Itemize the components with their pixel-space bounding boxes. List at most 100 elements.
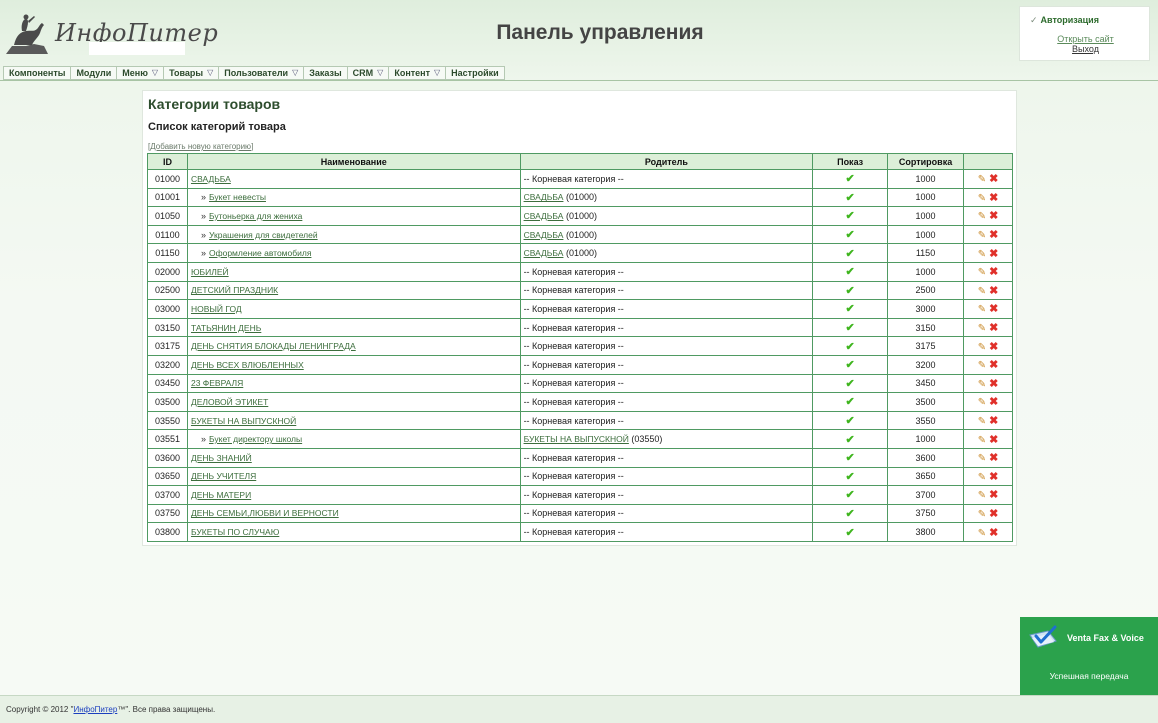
pencil-icon[interactable]: ✎ — [978, 193, 986, 204]
chevron-down-icon[interactable]: ▽ — [292, 67, 298, 79]
check-icon[interactable]: ✔ — [846, 452, 855, 464]
category-name-link[interactable]: Букет невесты — [209, 192, 266, 202]
check-icon[interactable]: ✔ — [846, 303, 855, 315]
category-name-link[interactable]: ДЕНЬ МАТЕРИ — [191, 490, 251, 500]
delete-icon[interactable]: ✖ — [989, 527, 998, 539]
logout-link[interactable]: Выход — [1020, 44, 1151, 54]
delete-icon[interactable]: ✖ — [989, 452, 998, 464]
menu-item[interactable]: Компоненты — [3, 66, 71, 80]
category-name-link[interactable]: ДЕНЬ ВСЕХ ВЛЮБЛЕННЫХ — [191, 360, 304, 370]
parent-link[interactable]: СВАДЬБА — [524, 230, 564, 240]
check-icon[interactable]: ✔ — [846, 341, 855, 353]
delete-icon[interactable]: ✖ — [989, 229, 998, 241]
col-header-sort[interactable]: Сортировка — [887, 153, 964, 170]
check-icon[interactable]: ✔ — [846, 192, 855, 204]
pencil-icon[interactable]: ✎ — [978, 472, 986, 483]
menu-item[interactable]: Настройки — [445, 66, 505, 80]
category-name-link[interactable]: ЮБИЛЕЙ — [191, 267, 229, 277]
chevron-down-icon[interactable]: ▽ — [434, 67, 440, 79]
menu-item[interactable]: Пользователи ▽ — [218, 66, 304, 80]
col-header-id[interactable]: ID — [147, 153, 188, 170]
menu-item[interactable]: Модули — [70, 66, 117, 80]
category-name-link[interactable]: ДЕНЬ СЕМЬИ,ЛЮБВИ И ВЕРНОСТИ — [191, 508, 339, 518]
category-name-link[interactable]: НОВЫЙ ГОД — [191, 304, 242, 314]
category-name-link[interactable]: Оформление автомобиля — [209, 248, 311, 258]
category-name-link[interactable]: Украшения для свидетелей — [209, 230, 318, 240]
delete-icon[interactable]: ✖ — [989, 378, 998, 390]
col-header-show[interactable]: Показ — [812, 153, 889, 170]
pencil-icon[interactable]: ✎ — [978, 286, 986, 297]
pencil-icon[interactable]: ✎ — [978, 453, 986, 464]
pencil-icon[interactable]: ✎ — [978, 211, 986, 222]
delete-icon[interactable]: ✖ — [989, 303, 998, 315]
check-icon[interactable]: ✔ — [846, 229, 855, 241]
pencil-icon[interactable]: ✎ — [978, 528, 986, 539]
category-name-link[interactable]: ДЕНЬ ЗНАНИЙ — [191, 453, 252, 463]
category-name-link[interactable]: ДЕНЬ СНЯТИЯ БЛОКАДЫ ЛЕНИНГРАДА — [191, 341, 356, 351]
check-icon[interactable]: ✔ — [846, 210, 855, 222]
category-name-link[interactable]: Бутоньерка для жениха — [209, 211, 302, 221]
venta-notification[interactable]: Venta Fax & Voice Успешная передача — [1020, 617, 1158, 695]
category-name-link[interactable]: БУКЕТЫ ПО СЛУЧАЮ — [191, 527, 279, 537]
delete-icon[interactable]: ✖ — [989, 210, 998, 222]
pencil-icon[interactable]: ✎ — [978, 230, 986, 241]
menu-item[interactable]: Заказы — [303, 66, 347, 80]
delete-icon[interactable]: ✖ — [989, 359, 998, 371]
parent-link[interactable]: СВАДЬБА — [524, 248, 564, 258]
check-icon[interactable]: ✔ — [846, 359, 855, 371]
delete-icon[interactable]: ✖ — [989, 415, 998, 427]
category-name-link[interactable]: ДЕНЬ УЧИТЕЛЯ — [191, 471, 256, 481]
check-icon[interactable]: ✔ — [846, 415, 855, 427]
pencil-icon[interactable]: ✎ — [978, 304, 986, 315]
parent-link[interactable]: СВАДЬБА — [524, 192, 564, 202]
check-icon[interactable]: ✔ — [846, 434, 855, 446]
delete-icon[interactable]: ✖ — [989, 322, 998, 334]
menu-item[interactable]: Контент ▽ — [388, 66, 446, 80]
col-header-name[interactable]: Наименование — [186, 153, 521, 170]
pencil-icon[interactable]: ✎ — [978, 174, 986, 185]
pencil-icon[interactable]: ✎ — [978, 249, 986, 260]
menu-item[interactable]: Меню ▽ — [116, 66, 164, 80]
add-category-link[interactable]: Добавить новую категорию — [150, 142, 251, 151]
pencil-icon[interactable]: ✎ — [978, 509, 986, 520]
pencil-icon[interactable]: ✎ — [978, 490, 986, 501]
copyright-link[interactable]: ИнфоПитер — [73, 705, 117, 714]
delete-icon[interactable]: ✖ — [989, 471, 998, 483]
delete-icon[interactable]: ✖ — [989, 285, 998, 297]
category-name-link[interactable]: ДЕЛОВОЙ ЭТИКЕТ — [191, 397, 268, 407]
chevron-down-icon[interactable]: ▽ — [377, 67, 383, 79]
check-icon[interactable]: ✔ — [846, 378, 855, 390]
check-icon[interactable]: ✔ — [846, 285, 855, 297]
category-name-link[interactable]: Букет директору школы — [209, 434, 302, 444]
category-name-link[interactable]: СВАДЬБА — [191, 174, 231, 184]
pencil-icon[interactable]: ✎ — [978, 267, 986, 278]
pencil-icon[interactable]: ✎ — [978, 416, 986, 427]
delete-icon[interactable]: ✖ — [989, 266, 998, 278]
check-icon[interactable]: ✔ — [846, 527, 855, 539]
menu-item[interactable]: CRM ▽ — [346, 66, 389, 80]
pencil-icon[interactable]: ✎ — [978, 360, 986, 371]
chevron-down-icon[interactable]: ▽ — [152, 67, 158, 79]
parent-link[interactable]: СВАДЬБА — [524, 211, 564, 221]
check-icon[interactable]: ✔ — [846, 173, 855, 185]
category-name-link[interactable]: 23 ФЕВРАЛЯ — [191, 378, 243, 388]
category-name-link[interactable]: БУКЕТЫ НА ВЫПУСКНОЙ — [191, 416, 296, 426]
delete-icon[interactable]: ✖ — [989, 192, 998, 204]
check-icon[interactable]: ✔ — [846, 248, 855, 260]
pencil-icon[interactable]: ✎ — [978, 397, 986, 408]
pencil-icon[interactable]: ✎ — [978, 323, 986, 334]
delete-icon[interactable]: ✖ — [989, 434, 998, 446]
chevron-down-icon[interactable]: ▽ — [207, 67, 213, 79]
delete-icon[interactable]: ✖ — [989, 173, 998, 185]
check-icon[interactable]: ✔ — [846, 508, 855, 520]
menu-item[interactable]: Товары ▽ — [163, 66, 219, 80]
delete-icon[interactable]: ✖ — [989, 489, 998, 501]
check-icon[interactable]: ✔ — [846, 396, 855, 408]
delete-icon[interactable]: ✖ — [989, 396, 998, 408]
check-icon[interactable]: ✔ — [846, 471, 855, 483]
check-icon[interactable]: ✔ — [846, 489, 855, 501]
pencil-icon[interactable]: ✎ — [978, 379, 986, 390]
check-icon[interactable]: ✔ — [846, 266, 855, 278]
check-icon[interactable]: ✔ — [846, 322, 855, 334]
col-header-parent[interactable]: Родитель — [519, 153, 814, 170]
